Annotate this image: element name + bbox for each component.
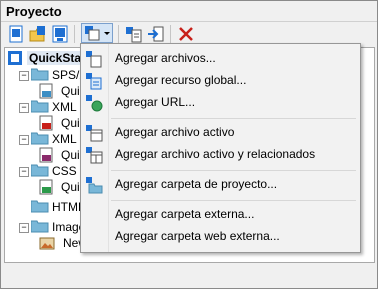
title-bar: Proyecto xyxy=(1,1,377,22)
import-icon[interactable] xyxy=(147,25,165,43)
collapse-icon[interactable]: − xyxy=(19,103,29,113)
url-icon xyxy=(86,95,103,112)
tree-folder[interactable]: − XML S xyxy=(19,131,89,147)
menu-item-add-active-and-related-files[interactable]: Agregar archivo activo y relacionados xyxy=(81,144,360,166)
new-project-icon[interactable] xyxy=(7,25,25,43)
image-file-icon xyxy=(39,235,55,254)
window-title: Proyecto xyxy=(6,4,62,19)
add-to-project-menu: Agregar archivos... Agregar recurso glob… xyxy=(80,43,361,253)
folder-icon xyxy=(30,219,49,236)
project-folder-icon xyxy=(86,177,103,194)
folder-icon xyxy=(30,131,49,148)
toolbar-separator xyxy=(118,25,119,43)
collapse-icon[interactable]: − xyxy=(19,71,29,81)
global-resource-icon xyxy=(86,73,103,90)
add-to-project-dropdown-button[interactable] xyxy=(81,23,113,43)
folder-icon xyxy=(30,199,49,216)
menu-item-add-project-folder[interactable]: Agregar carpeta de proyecto... xyxy=(81,174,360,196)
folder-icon xyxy=(30,99,49,116)
tree-folder[interactable]: − CSS F xyxy=(19,163,89,179)
collapse-icon[interactable]: − xyxy=(19,223,29,233)
add-files-icon xyxy=(86,51,103,68)
tree-folder[interactable]: − Image xyxy=(19,219,89,235)
menu-item-add-files[interactable]: Agregar archivos... xyxy=(81,48,360,70)
collapse-icon[interactable]: − xyxy=(19,135,29,145)
menu-item-add-url[interactable]: Agregar URL... xyxy=(81,92,360,114)
toolbar-separator xyxy=(170,25,171,43)
css-file-icon xyxy=(39,179,53,198)
menu-item-add-global-resource[interactable]: Agregar recurso global... xyxy=(81,70,360,92)
folder-icon xyxy=(30,67,49,84)
open-project-icon[interactable] xyxy=(29,25,47,43)
collapse-icon[interactable]: − xyxy=(19,167,29,177)
tree-folder[interactable]: − XML F xyxy=(19,99,89,115)
bottom-area xyxy=(4,263,373,285)
menu-separator xyxy=(111,200,356,201)
menu-item-add-external-folder[interactable]: Agregar carpeta externa... xyxy=(81,204,360,226)
save-project-icon[interactable] xyxy=(51,25,69,43)
project-properties-icon[interactable] xyxy=(125,25,143,43)
menu-separator xyxy=(111,170,356,171)
menu-item-add-active-file[interactable]: Agregar archivo activo xyxy=(81,122,360,144)
folder-icon xyxy=(30,163,49,180)
tree-folder[interactable]: − SPS/XSLT xyxy=(19,67,108,84)
project-window: Proyecto QuickStart − Quic − XML F Quic … xyxy=(0,0,378,289)
delete-icon[interactable] xyxy=(177,25,195,43)
active-related-files-icon xyxy=(86,147,103,164)
active-file-icon xyxy=(86,125,103,142)
toolbar-separator xyxy=(74,25,75,43)
menu-item-add-external-web-folder[interactable]: Agregar carpeta web externa... xyxy=(81,226,360,248)
menu-separator xyxy=(111,118,356,119)
